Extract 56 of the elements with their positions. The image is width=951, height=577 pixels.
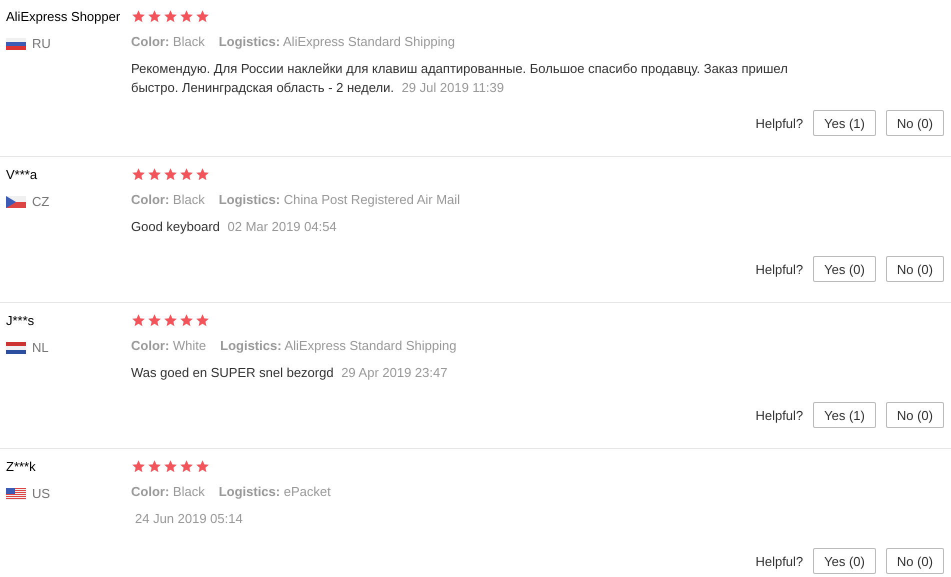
color-info: Color: White — [131, 338, 206, 353]
star-icon — [131, 312, 146, 328]
star-icon — [163, 8, 178, 24]
yes-button[interactable]: Yes (1) — [813, 110, 876, 136]
no-button[interactable]: No (0) — [886, 548, 944, 574]
color-info: Color: Black — [131, 34, 205, 49]
star-icon — [163, 312, 178, 328]
yes-button[interactable]: Yes (1) — [813, 402, 876, 428]
star-icon — [179, 458, 194, 474]
review-text: 24 Jun 2019 05:14 — [134, 510, 244, 528]
reviewer-name: Z***k — [6, 459, 37, 474]
yes-button[interactable]: Yes (0) — [813, 256, 876, 282]
reviewer-name: V***a — [6, 167, 38, 182]
helpful-label: Helpful? — [755, 262, 804, 276]
logistics-info: Logistics: AliExpress Standard Shipping — [218, 34, 456, 49]
review-text: Was goed en SUPER snel bezorgd 29 Apr 2019 23:47 — [131, 364, 448, 382]
helpful-label: Helpful? — [755, 116, 804, 130]
reviewer-name: J***s — [6, 313, 36, 328]
logistics-info: Logistics: AliExpress Standard Shipping — [220, 338, 456, 353]
no-button[interactable]: No (0) — [886, 110, 944, 136]
star-icon — [179, 312, 194, 328]
star-icon — [195, 312, 210, 328]
star-icon — [163, 166, 178, 182]
star-icon — [163, 458, 178, 474]
color-info: Color: Black — [131, 192, 205, 207]
star-icon — [147, 312, 162, 328]
flag-icon — [6, 342, 26, 354]
star-icon — [195, 8, 210, 24]
flag-icon — [6, 488, 26, 500]
star-icon — [147, 458, 162, 474]
star-icon — [131, 458, 146, 474]
star-icon — [131, 166, 146, 182]
country-code: US — [32, 486, 50, 501]
helpful-label: Helpful? — [755, 554, 804, 568]
review-text: Рекомендую. Для России наклейки для клавиш адаптированные. Большое спасибо продавцу. Заказ пришел быстро. Ленинградская область - 2 недели. 29 Jul 2019 11:39 — [131, 60, 789, 97]
star-icon — [147, 166, 162, 182]
logistics-info: Logistics: ePacket — [218, 484, 331, 499]
country-code: RU — [32, 36, 51, 51]
logistics-info: Logistics: China Post Registered Air Mail — [218, 192, 460, 207]
reviewer-name: AliExpress Shopper — [6, 9, 122, 24]
star-icon — [195, 166, 210, 182]
country-code: CZ — [32, 194, 50, 209]
star-icon — [179, 8, 194, 24]
no-button[interactable]: No (0) — [886, 256, 944, 282]
flag-icon — [6, 196, 26, 208]
country-code: NL — [32, 340, 49, 355]
flag-icon — [6, 38, 26, 50]
helpful-label: Helpful? — [755, 408, 804, 422]
star-icon — [195, 458, 210, 474]
color-info: Color: Black — [131, 484, 205, 499]
star-icon — [131, 8, 146, 24]
star-icon — [147, 8, 162, 24]
star-icon — [179, 166, 194, 182]
no-button[interactable]: No (0) — [886, 402, 944, 428]
yes-button[interactable]: Yes (0) — [813, 548, 876, 574]
review-text: Good keyboard 02 Mar 2019 04:54 — [131, 218, 338, 236]
